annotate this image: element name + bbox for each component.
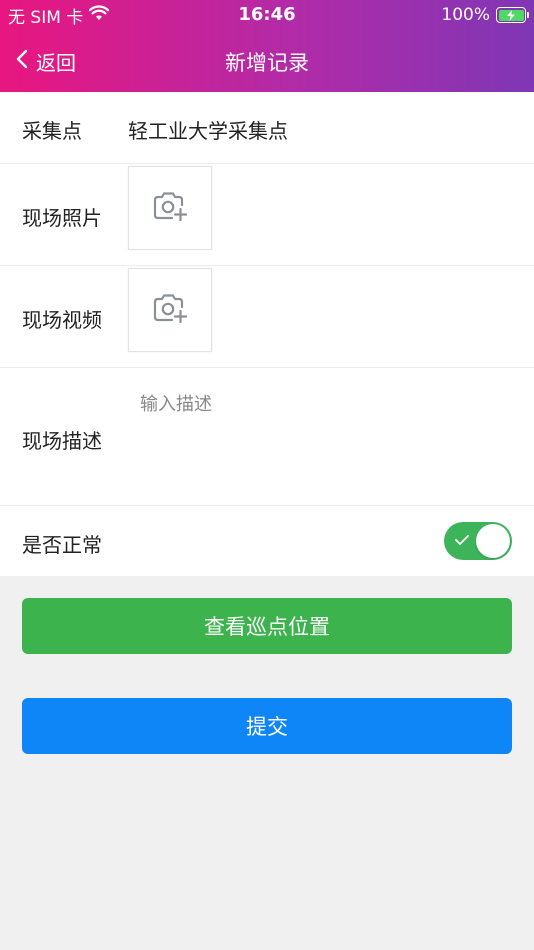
photo-label: 现场照片 bbox=[22, 206, 102, 230]
page-title: 新增记录 bbox=[225, 51, 309, 75]
photo-row: 现场照片 bbox=[0, 164, 534, 266]
check-icon bbox=[454, 532, 470, 551]
camera-add-icon bbox=[152, 293, 188, 327]
battery-percent: 100% bbox=[441, 5, 490, 25]
collection-point-label: 采集点 bbox=[22, 119, 82, 143]
status-right: 100% bbox=[441, 4, 529, 26]
record-form: 采集点 轻工业大学采集点 现场照片 现场视频 现场描述 输入描述 是否正常 bbox=[0, 92, 534, 576]
video-row: 现场视频 bbox=[0, 266, 534, 368]
video-upload-button[interactable] bbox=[128, 268, 212, 352]
description-input[interactable] bbox=[128, 382, 508, 492]
description-label: 现场描述 bbox=[22, 429, 102, 453]
toggle-knob bbox=[476, 524, 510, 558]
collection-point-row: 采集点 轻工业大学采集点 bbox=[0, 92, 534, 164]
description-row: 现场描述 bbox=[0, 368, 534, 506]
photo-upload-button[interactable] bbox=[128, 166, 212, 250]
collection-point-value: 轻工业大学采集点 bbox=[128, 119, 288, 143]
video-label: 现场视频 bbox=[22, 308, 102, 332]
normal-row: 是否正常 bbox=[0, 506, 534, 576]
normal-toggle[interactable] bbox=[444, 522, 512, 560]
status-bar: 无 SIM 卡 16:46 100% bbox=[0, 0, 534, 30]
app-header: 无 SIM 卡 16:46 100% 返回 新增记录 bbox=[0, 0, 534, 92]
nav-bar: 返回 新增记录 bbox=[0, 30, 534, 92]
camera-add-icon bbox=[152, 191, 188, 225]
view-location-button[interactable]: 查看巡点位置 bbox=[22, 598, 512, 654]
submit-button[interactable]: 提交 bbox=[22, 698, 512, 754]
battery-icon bbox=[496, 7, 529, 23]
normal-label: 是否正常 bbox=[22, 533, 102, 557]
